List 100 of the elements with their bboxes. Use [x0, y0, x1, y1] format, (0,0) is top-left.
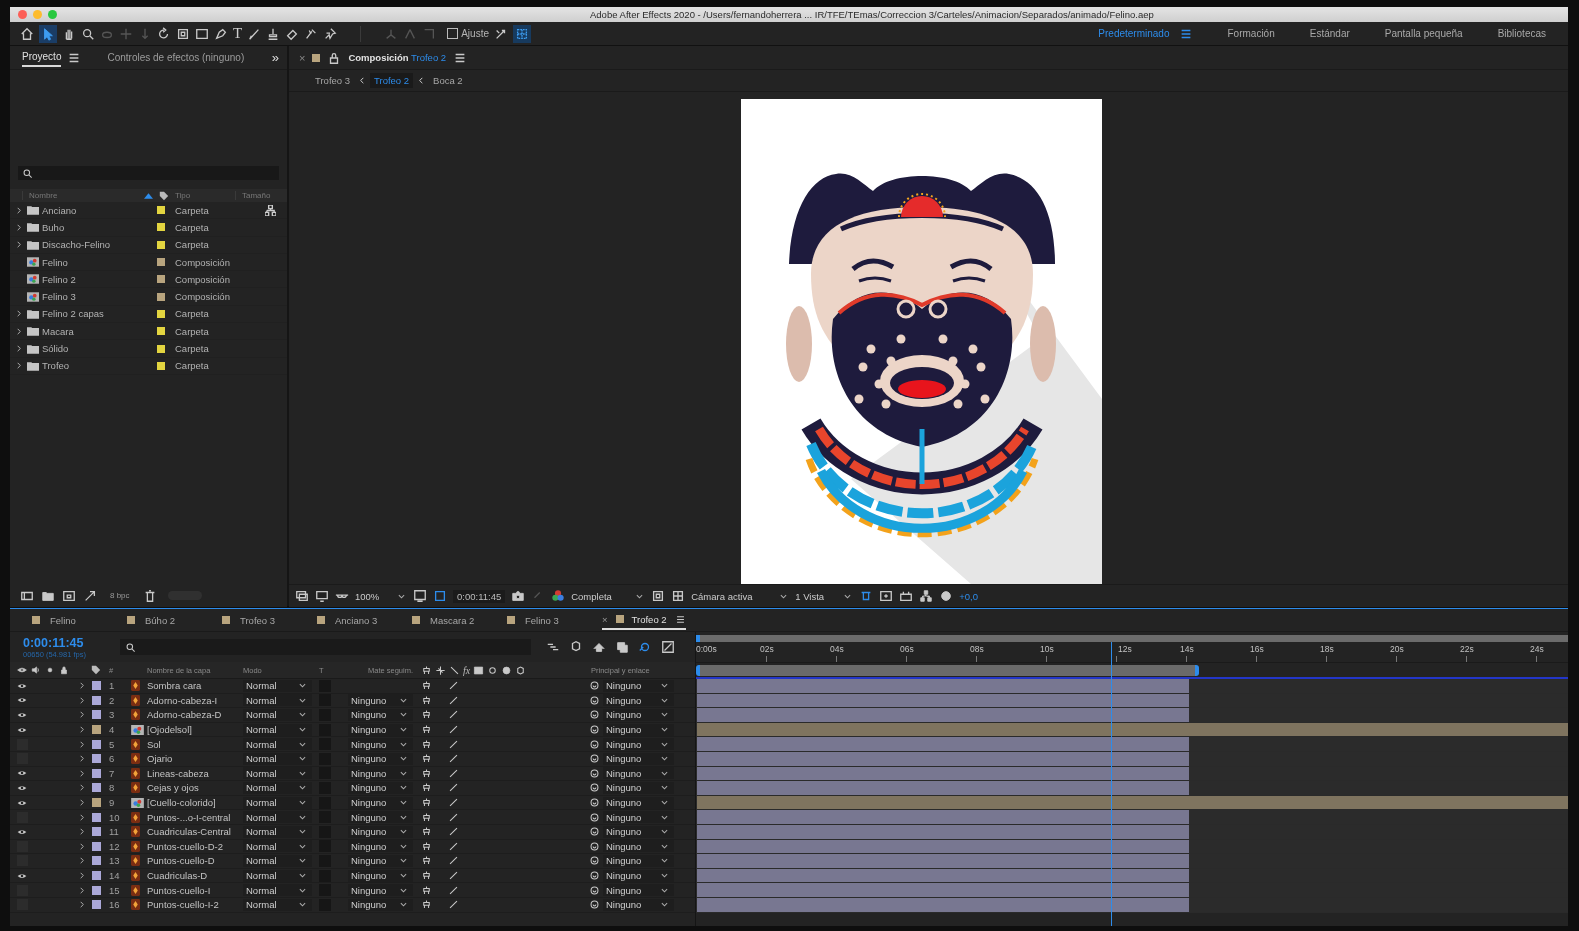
layer-name[interactable]: [Ojodelsol]	[145, 724, 243, 736]
label-color-swatch[interactable]	[91, 900, 101, 910]
bit-depth-button[interactable]: 8 bpc	[110, 591, 130, 600]
composition-tab[interactable]: Mascara 2	[412, 611, 507, 629]
adjustment-layer-icon[interactable]	[501, 664, 513, 676]
shy-icon[interactable]	[421, 782, 432, 794]
layer-row[interactable]: 4 [Ojodelsol] Normal Ninguno Ninguno	[10, 722, 695, 738]
label-color-swatch[interactable]	[157, 361, 165, 370]
column-header[interactable]: fx	[463, 664, 471, 676]
label-color-swatch[interactable]	[157, 292, 165, 301]
pick-whip-icon[interactable]	[588, 724, 600, 736]
pick-whip-icon[interactable]	[588, 870, 600, 881]
expand-chevron-icon[interactable]	[16, 241, 21, 249]
eye-icon[interactable]	[17, 665, 27, 675]
parent-dropdown[interactable]: Ninguno	[603, 723, 674, 736]
work-area-bar[interactable]	[696, 664, 1199, 676]
breadcrumb[interactable]: Trofeo 3	[311, 73, 355, 88]
reset-exposure-icon[interactable]	[879, 589, 894, 603]
quality-icon[interactable]	[448, 840, 459, 852]
label-tag-icon[interactable]	[159, 190, 169, 201]
parent-dropdown[interactable]: Ninguno	[603, 884, 674, 897]
layer-name[interactable]: Puntos-cuello-I-2	[145, 899, 243, 911]
shy-icon[interactable]	[421, 753, 432, 765]
current-time[interactable]: 0:00:11:45	[23, 635, 111, 650]
shy-icon[interactable]	[421, 767, 432, 779]
pick-whip-icon[interactable]	[588, 767, 600, 779]
label-color-swatch[interactable]	[91, 841, 101, 851]
parent-dropdown[interactable]: Ninguno	[603, 854, 674, 867]
shy-icon[interactable]	[421, 738, 432, 750]
layer-name[interactable]: Ojario	[145, 753, 243, 765]
breadcrumb[interactable]: Trofeo 2	[370, 73, 414, 88]
layer-name[interactable]: Puntos-cuello-D-2	[145, 840, 243, 852]
pick-whip-icon[interactable]	[588, 811, 600, 823]
track-matte-dropdown[interactable]: Ninguno	[348, 738, 413, 751]
shy-icon[interactable]	[421, 811, 432, 823]
label-color-swatch[interactable]	[157, 223, 165, 232]
quality-icon[interactable]	[448, 899, 459, 911]
camera-dropdown[interactable]: Cámara activa	[691, 590, 790, 602]
layer-row[interactable]: 6 Ojario Normal Ninguno Ninguno	[10, 751, 695, 767]
camera-icon[interactable]	[511, 589, 526, 603]
quality-icon[interactable]	[448, 680, 459, 692]
label-color-swatch[interactable]	[157, 258, 165, 267]
track-matte-dropdown[interactable]: Ninguno	[348, 884, 413, 897]
quality-icon[interactable]	[448, 694, 459, 706]
project-item[interactable]: Discacho-Felino Carpeta	[10, 236, 287, 254]
label-color-swatch[interactable]	[157, 309, 165, 318]
parent-dropdown[interactable]: Ninguno	[603, 825, 674, 838]
blend-mode-dropdown[interactable]: Normal	[243, 898, 312, 911]
current-time[interactable]: 0:00:11:45	[453, 589, 506, 603]
composition-tab[interactable]: Felino	[32, 611, 127, 629]
transparency-grid-icon[interactable]	[671, 589, 686, 603]
blend-mode-dropdown[interactable]: Normal	[243, 767, 312, 780]
layer-name[interactable]: Sombra cara	[145, 680, 243, 692]
expand-chevron-icon[interactable]	[16, 362, 21, 370]
layer-name[interactable]: Cuadriculas-Central	[145, 826, 243, 838]
blend-mode-dropdown[interactable]: Normal	[243, 825, 312, 838]
parent-dropdown[interactable]: Ninguno	[603, 898, 674, 911]
layer-name[interactable]: Adorno-cabeza-D	[145, 709, 243, 721]
shy-icon[interactable]	[421, 884, 432, 896]
blend-mode-dropdown[interactable]: Normal	[243, 679, 312, 692]
pick-whip-icon[interactable]	[588, 855, 600, 867]
quality-icon[interactable]	[449, 664, 460, 676]
composition-tab[interactable]: Anciano 3	[317, 611, 412, 629]
collapse-icon[interactable]	[435, 664, 446, 676]
project-item[interactable]: Felino 2 capas Carpeta	[10, 305, 287, 324]
flowchart-icon[interactable]	[265, 204, 276, 216]
layer-name[interactable]: Cejas y ojos	[145, 782, 243, 794]
pick-whip-icon[interactable]	[588, 840, 600, 852]
pick-whip-icon[interactable]	[588, 797, 600, 809]
pen-icon[interactable]	[214, 26, 228, 41]
pick-whip-icon[interactable]	[588, 738, 600, 750]
blend-mode-dropdown[interactable]: Normal	[243, 738, 312, 751]
blend-mode-dropdown[interactable]: Normal	[243, 796, 312, 809]
shy-icon[interactable]	[421, 899, 432, 911]
layer-row[interactable]: 15 Puntos-cuello-I Normal Ninguno Ninguno	[10, 883, 695, 898]
shy-icon[interactable]	[421, 870, 432, 881]
exposure-icon[interactable]	[939, 589, 954, 603]
home-icon[interactable]	[20, 26, 34, 41]
blend-mode-dropdown[interactable]: Normal	[243, 884, 312, 897]
color-channels-icon[interactable]	[551, 589, 566, 603]
layer-name[interactable]: Puntos-...o-I-central	[145, 811, 243, 823]
project-item[interactable]: Sólido Carpeta	[10, 340, 287, 358]
shy-icon[interactable]	[421, 664, 432, 676]
track-matte-dropdown[interactable]: Ninguno	[348, 694, 413, 707]
workspace-tab[interactable]: Bibliotecas	[1497, 28, 1546, 39]
shy-icon[interactable]	[421, 709, 432, 721]
new-composition-icon[interactable]	[62, 588, 76, 603]
track-matte-dropdown[interactable]: Ninguno	[348, 869, 413, 882]
layer-row[interactable]: 11 Cuadriculas-Central Normal Ninguno Ninguno	[10, 824, 695, 840]
exposure-value[interactable]: +0,0	[959, 590, 978, 602]
parent-dropdown[interactable]: Ninguno	[603, 781, 674, 794]
quality-icon[interactable]	[448, 855, 459, 867]
lock-icon[interactable]	[59, 665, 69, 675]
always-preview-icon[interactable]	[295, 589, 309, 603]
region-of-interest-icon[interactable]	[651, 589, 666, 603]
layer-row[interactable]: 2 Adorno-cabeza-I Normal Ninguno Ninguno	[10, 693, 695, 709]
parent-dropdown[interactable]: Ninguno	[603, 840, 674, 853]
parent-dropdown[interactable]: Ninguno	[603, 738, 674, 751]
breadcrumb[interactable]: Boca 2	[429, 73, 467, 88]
project-item[interactable]: Felino 3 Composición	[10, 288, 287, 306]
